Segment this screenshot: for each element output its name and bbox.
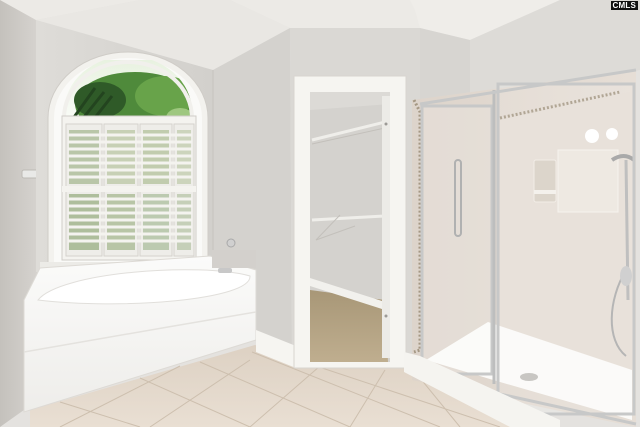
bathroom-photo: CMLS [0,0,640,427]
shower-door-panel [420,104,494,376]
tub-faucet-icon [218,268,232,273]
mls-watermark: CMLS [610,1,638,10]
plantation-shutters [61,115,197,261]
closet-door-edge [382,96,390,358]
arched-window [40,51,216,269]
shower-glass-panel [496,82,636,416]
bathroom-scene [0,0,640,427]
closet-doorway [293,75,407,369]
door-hinge-icon [384,122,388,126]
tub-handle-icon [226,238,236,248]
